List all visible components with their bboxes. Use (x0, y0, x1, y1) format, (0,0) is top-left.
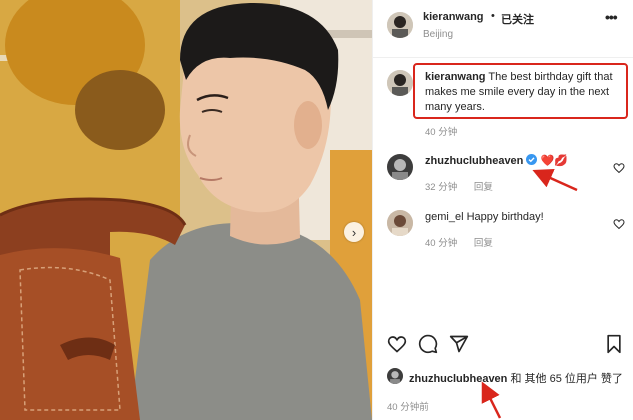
caption-highlight-box (413, 63, 628, 119)
comment-author[interactable]: zhuzhuclubheaven (425, 155, 523, 167)
liker-username[interactable]: zhuzhuclubheaven (409, 373, 507, 385)
liked-by-text[interactable]: zhuzhuclubheaven 和 其他 65 位用户 赞了 (409, 370, 623, 386)
comment-meta: 40 分钟 回复 (425, 235, 507, 249)
photo-illustration (0, 0, 372, 420)
post-location[interactable]: Beijing (423, 29, 453, 40)
comment-row: zhuzhuclubheaven ❤️💋 32 分钟 回复 (373, 154, 633, 194)
post-time-ago: 40 分钟前 (387, 402, 429, 413)
carousel-next-icon[interactable]: › (344, 222, 364, 242)
bookmark-icon[interactable] (605, 334, 623, 354)
comment-text: zhuzhuclubheaven ❤️💋 (425, 154, 615, 169)
comment-avatar[interactable] (387, 154, 413, 180)
caption-meta: 40 分钟 (425, 124, 471, 138)
author-avatar[interactable] (387, 12, 413, 38)
separator-dot: • (491, 10, 495, 22)
caption-time: 40 分钟 (425, 127, 458, 138)
author-username[interactable]: kieranwang (423, 11, 484, 23)
caption-avatar[interactable] (387, 70, 413, 96)
heart-icon[interactable] (387, 334, 407, 354)
comment-time: 40 分钟 (425, 238, 458, 249)
post-photo[interactable]: › (0, 0, 372, 420)
comment-like-heart-icon[interactable] (613, 218, 625, 230)
more-options-icon[interactable]: ••• (605, 9, 618, 25)
reply-button[interactable]: 回复 (474, 182, 493, 193)
comment-author[interactable]: gemi_el (425, 211, 464, 223)
post-action-bar (373, 334, 633, 360)
comment-emoji: ❤️💋 (540, 155, 568, 167)
likes-summary[interactable]: 和 其他 65 位用户 赞了 (507, 373, 622, 385)
follow-status[interactable]: 已关注 (501, 11, 534, 27)
comment-text: gemi_el Happy birthday! (425, 210, 615, 225)
liked-by-row: zhuzhuclubheaven 和 其他 65 位用户 赞了 (387, 368, 632, 386)
comment-meta: 32 分钟 回复 (425, 179, 507, 193)
comment-avatar[interactable] (387, 210, 413, 236)
comment-like-heart-icon[interactable] (613, 162, 625, 174)
share-icon[interactable] (449, 334, 469, 354)
comment-row: gemi_el Happy birthday! 40 分钟 回复 (373, 210, 633, 250)
comment-body: Happy birthday! (466, 211, 544, 223)
reply-button[interactable]: 回复 (474, 238, 493, 249)
post-header: kieranwang • 已关注 Beijing ••• (373, 0, 633, 58)
verified-badge-icon (526, 154, 538, 165)
comment-time: 32 分钟 (425, 182, 458, 193)
liker-avatar[interactable] (387, 368, 403, 384)
comment-icon[interactable] (418, 334, 438, 354)
